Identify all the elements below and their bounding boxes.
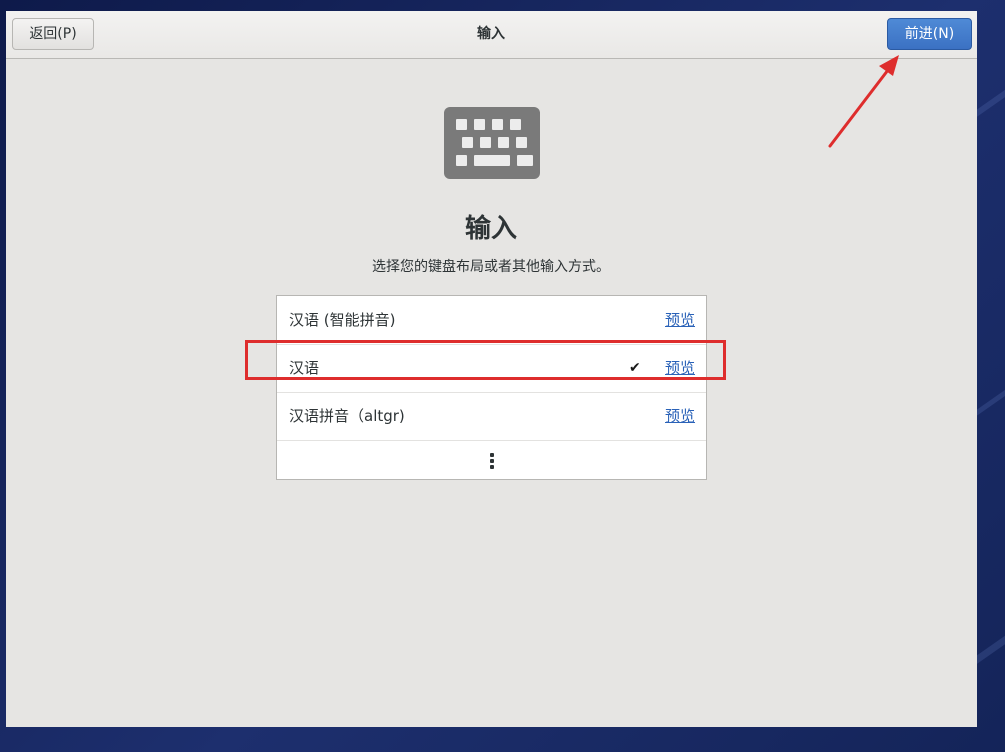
input-source-label: 汉语	[289, 359, 320, 377]
installer-window: 返回(P) 输入 前进(N) 输入 选择您的键盘布局或者其他输入方式。 汉语 (…	[6, 11, 977, 727]
next-button[interactable]: 前进(N)	[887, 18, 972, 50]
input-source-row[interactable]: 汉语 (智能拼音) 预览	[277, 296, 706, 345]
keyboard-icon	[444, 107, 540, 179]
more-options-button[interactable]	[277, 440, 706, 479]
input-source-label: 汉语 (智能拼音)	[289, 311, 396, 329]
preview-link[interactable]: 预览	[665, 344, 695, 392]
header-title: 输入	[477, 26, 505, 42]
page-title: 输入	[464, 214, 517, 244]
preview-link[interactable]: 预览	[665, 392, 695, 440]
input-source-label: 汉语拼音（altgr)	[289, 407, 405, 425]
page-subtitle: 选择您的键盘布局或者其他输入方式。	[372, 259, 610, 275]
input-source-list: 汉语 (智能拼音) 预览 汉语 ✔ 预览 汉语拼音（altgr) 预览	[276, 295, 707, 480]
header-bar: 返回(P) 输入 前进(N)	[6, 11, 977, 59]
input-source-row[interactable]: 汉语拼音（altgr) 预览	[277, 392, 706, 441]
checkmark-icon: ✔	[629, 360, 641, 376]
preview-link[interactable]: 预览	[665, 296, 695, 344]
back-button[interactable]: 返回(P)	[12, 18, 94, 50]
input-source-row-selected[interactable]: 汉语 ✔ 预览	[277, 344, 706, 393]
